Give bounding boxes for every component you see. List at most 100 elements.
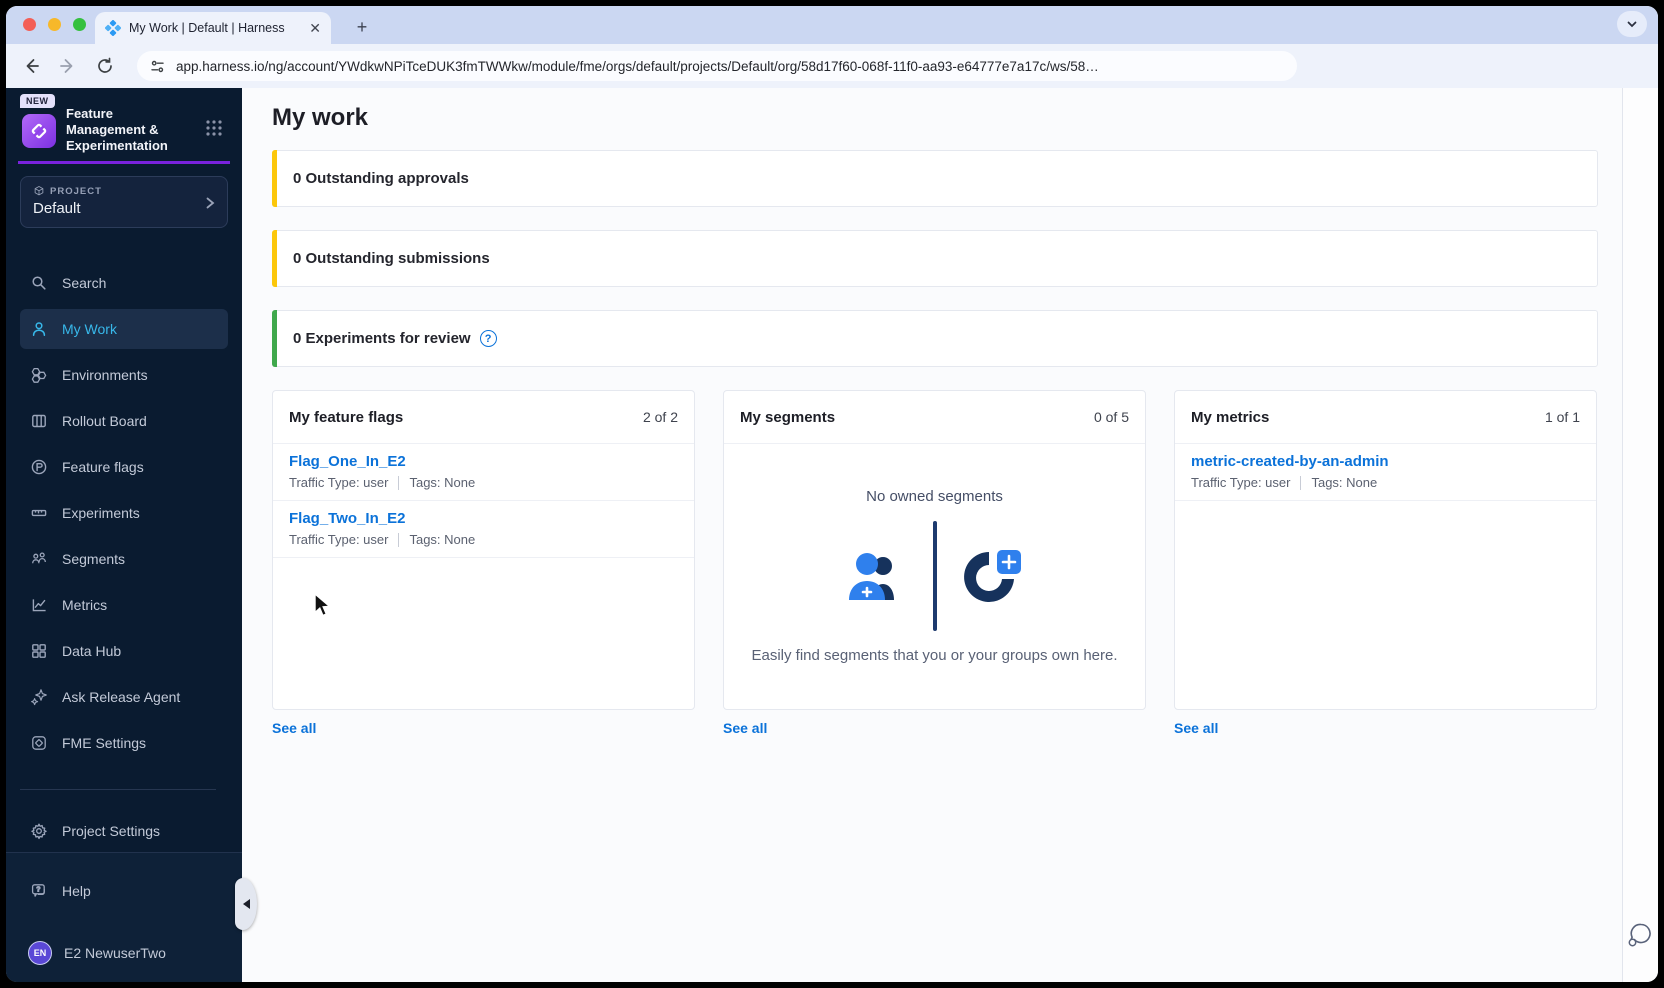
sidebar-item-segments[interactable]: Segments (20, 539, 228, 579)
svg-text:?: ? (36, 887, 40, 894)
tags: Tags: None (409, 475, 476, 490)
sidebar-item-metrics[interactable]: Metrics (20, 585, 228, 625)
alert-text: 0 Outstanding approvals (293, 170, 469, 187)
sidebar-item-help[interactable]: ? Help (20, 871, 228, 911)
empty-state-caption: Easily find segments that you or your gr… (751, 647, 1118, 664)
help-chat-icon: ? (31, 884, 45, 897)
module-accent-rule (18, 161, 230, 164)
flag-link[interactable]: Flag_One_In_E2 (289, 453, 406, 470)
sidebar-item-label: Ask Release Agent (62, 689, 181, 705)
grid-squares-icon (32, 644, 46, 658)
card-title: My metrics (1191, 408, 1270, 426)
feature-flag-row: Flag_One_In_E2 Traffic Type: user Tags: … (273, 444, 694, 501)
approvals-alert[interactable]: 0 Outstanding approvals (272, 150, 1598, 207)
url-text[interactable]: app.harness.io/ng/account/YWdkwNPiTceDUK… (176, 59, 1099, 74)
line-chart-icon (32, 599, 46, 612)
sidebar-item-my-work[interactable]: My Work (20, 309, 228, 349)
traffic-lights[interactable] (23, 18, 86, 31)
help-tooltip-icon[interactable]: ? (479, 330, 497, 347)
sidebar-item-label: Project Settings (62, 823, 161, 839)
gear-icon (31, 823, 47, 840)
browser-window: My Work | Default | Harness ✕ + app.harn… (6, 6, 1658, 982)
feature-flag-row: Flag_Two_In_E2 Traffic Type: user Tags: … (273, 501, 694, 558)
project-name: Default (33, 200, 81, 217)
page-title: My work (272, 104, 369, 131)
card-title: My segments (740, 408, 836, 426)
module-title: Feature Management & Experimentation (66, 106, 168, 153)
card-title: My feature flags (289, 408, 404, 426)
flag-link[interactable]: Flag_Two_In_E2 (289, 510, 405, 527)
flag-meta: Traffic Type: user Tags: None (289, 475, 678, 490)
sidebar: NEW Feature Management & Experimentation… (6, 88, 257, 982)
my-segments-card: My segments 0 of 5 No owned segments Eas… (723, 390, 1146, 710)
zoom-window-button[interactable] (73, 18, 86, 31)
tab-title: My Work | Default | Harness (129, 21, 285, 35)
module-switcher-icon[interactable] (204, 118, 224, 138)
sidebar-item-label: Search (62, 275, 107, 291)
sidebar-item-data-hub[interactable]: Data Hub (20, 631, 228, 671)
meta-divider (398, 532, 400, 547)
sidebar-item-fme-settings[interactable]: FME Settings (20, 723, 228, 763)
board-columns-icon (32, 414, 46, 428)
metric-row: metric-created-by-an-admin Traffic Type:… (1175, 444, 1596, 501)
fme-module-icon[interactable] (22, 114, 56, 148)
traffic-type: Traffic Type: user (289, 532, 389, 547)
sidebar-item-environments[interactable]: Environments (20, 355, 228, 395)
sidebar-project-settings-wrap: Project Settings (20, 811, 228, 857)
metric-meta: Traffic Type: user Tags: None (1191, 475, 1580, 490)
site-info-icon[interactable] (149, 58, 166, 75)
card-count: 1 of 1 (1544, 409, 1580, 425)
tab-close-icon[interactable]: ✕ (309, 20, 321, 37)
sidebar-item-label: My Work (62, 321, 117, 337)
sidebar-item-label: Feature flags (62, 459, 144, 475)
metric-link[interactable]: metric-created-by-an-admin (1191, 453, 1389, 470)
see-all-flags-link[interactable]: See all (272, 720, 316, 736)
sparkles-icon (31, 689, 47, 706)
flag-circle-icon (31, 459, 47, 475)
experiments-review-alert[interactable]: 0 Experiments for review ? (272, 310, 1598, 367)
sidebar-item-project-settings[interactable]: Project Settings (20, 811, 228, 851)
tab-strip: My Work | Default | Harness ✕ + (6, 6, 1658, 44)
address-bar[interactable]: app.harness.io/ng/account/YWdkwNPiTceDUK… (137, 51, 1297, 81)
close-window-button[interactable] (23, 18, 36, 31)
my-metrics-card: My metrics 1 of 1 metric-created-by-an-a… (1174, 390, 1597, 710)
project-selector[interactable]: PROJECT Default (20, 176, 228, 228)
sidebar-item-ask-release-agent[interactable]: Ask Release Agent (20, 677, 228, 717)
sidebar-user[interactable]: EN E2 NewuserTwo (20, 933, 228, 973)
see-all-segments-link[interactable]: See all (723, 720, 767, 736)
sidebar-item-search[interactable]: Search (20, 263, 228, 303)
meta-divider (398, 475, 400, 490)
sidebar-item-label: Experiments (62, 505, 140, 521)
tab-search-button[interactable] (1617, 11, 1647, 37)
sidebar-nav: Search My Work Environments Rollout Boar… (20, 263, 228, 769)
meta-divider (1300, 475, 1302, 490)
sidebar-item-experiments[interactable]: Experiments (20, 493, 228, 533)
sidebar-bottom-section: ? Help EN E2 NewuserTwo (6, 852, 242, 982)
new-tab-button[interactable]: + (350, 16, 374, 40)
card-header: My segments 0 of 5 (724, 391, 1145, 444)
chat-bubbles-icon[interactable] (1626, 922, 1652, 948)
flag-meta: Traffic Type: user Tags: None (289, 532, 678, 547)
person-icon (32, 322, 46, 336)
forward-button[interactable] (58, 56, 78, 76)
ruler-icon (31, 509, 47, 517)
browser-toolbar: app.harness.io/ng/account/YWdkwNPiTceDUK… (6, 44, 1658, 119)
sidebar-item-rollout-board[interactable]: Rollout Board (20, 401, 228, 441)
minimize-window-button[interactable] (48, 18, 61, 31)
reload-button[interactable] (95, 56, 115, 76)
chevron-down-icon (1627, 21, 1637, 28)
sidebar-divider (20, 789, 216, 790)
harness-app: NEW Feature Management & Experimentation… (6, 88, 1658, 982)
empty-state-title: No owned segments (866, 488, 1003, 505)
sidebar-item-label: Environments (62, 367, 148, 383)
split-diamond-icon (31, 123, 47, 139)
submissions-alert[interactable]: 0 Outstanding submissions (272, 230, 1598, 287)
sidebar-item-feature-flags[interactable]: Feature flags (20, 447, 228, 487)
back-button[interactable] (21, 56, 41, 76)
alert-text: 0 Outstanding submissions (293, 250, 490, 267)
browser-tab[interactable]: My Work | Default | Harness ✕ (95, 12, 331, 44)
people-icon (32, 552, 46, 564)
see-all-metrics-link[interactable]: See all (1174, 720, 1218, 736)
segments-empty-illustration (724, 521, 1145, 631)
my-feature-flags-card: My feature flags 2 of 2 Flag_One_In_E2 T… (272, 390, 695, 710)
